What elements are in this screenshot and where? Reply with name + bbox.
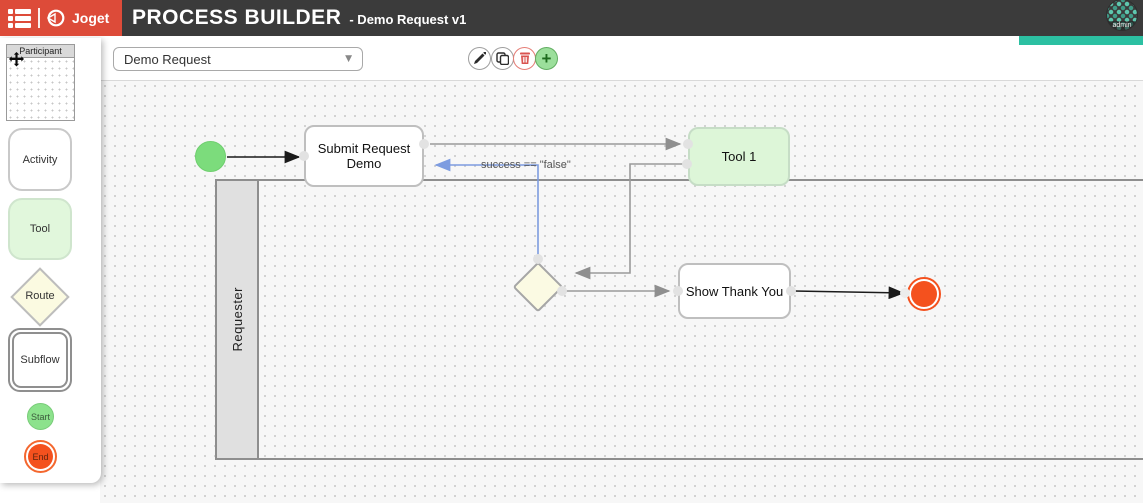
palette-participant[interactable]: Participant [6, 44, 75, 121]
palette-subflow-label: Subflow [12, 332, 68, 388]
connector-dot [786, 286, 796, 296]
palette-activity-label: Activity [23, 154, 58, 166]
edit-process-button[interactable] [468, 47, 491, 70]
connector-dot [299, 151, 309, 161]
process-select-value: Demo Request [124, 52, 211, 67]
page-title-sub: - Demo Request v1 [349, 12, 466, 27]
design-canvas[interactable]: Requester [100, 81, 1143, 503]
user-avatar[interactable]: admin [1106, 0, 1138, 31]
brand-name[interactable]: Joget [72, 10, 109, 26]
swimlane-requester[interactable]: Requester [215, 179, 1143, 460]
tool-node-tool1[interactable]: Tool 1 [688, 127, 790, 186]
node-label: Tool 1 [722, 149, 757, 164]
copy-process-button[interactable] [491, 47, 514, 70]
activity-node-submit-request-demo[interactable]: Submit Request Demo [304, 125, 424, 187]
move-cursor-icon [9, 52, 24, 67]
chevron-down-icon: ▼ [345, 54, 352, 64]
palette-route[interactable]: Route [0, 264, 80, 330]
connector-dot [682, 159, 692, 169]
pencil-icon [473, 52, 486, 65]
palette-participant-body [7, 58, 74, 120]
user-avatar-label: admin [1107, 21, 1137, 30]
shape-palette: Participant Activity Tool Route Subflow … [0, 38, 101, 483]
brand-block: Joget [0, 0, 122, 36]
copy-icon [496, 52, 509, 65]
connector-dot [419, 139, 429, 149]
palette-tool-label: Tool [30, 223, 50, 235]
end-node[interactable] [907, 277, 941, 311]
palette-start[interactable]: Start [27, 403, 54, 430]
transition-condition-label[interactable]: success == "false" [481, 159, 571, 171]
top-header: Joget PROCESS BUILDER - Demo Request v1 … [0, 0, 1143, 36]
add-process-button[interactable]: + [535, 47, 558, 70]
delete-process-button[interactable] [513, 47, 536, 70]
plus-icon: + [542, 50, 552, 67]
activity-node-show-thank-you[interactable]: Show Thank You [678, 263, 791, 319]
palette-start-label: Start [31, 412, 50, 422]
palette-end-label: End [28, 444, 53, 469]
connector-dot [533, 254, 543, 264]
process-select-dropdown[interactable]: Demo Request ▼ [113, 47, 363, 71]
palette-tool[interactable]: Tool [8, 198, 72, 260]
hamburger-menu-icon[interactable] [8, 9, 31, 28]
end-node-core [911, 281, 937, 307]
page-title-main: PROCESS BUILDER [132, 0, 341, 36]
swimlane-label: Requester [230, 287, 245, 351]
swimlane-header[interactable]: Requester [217, 181, 259, 458]
joget-logo-icon [47, 9, 65, 27]
page-title: PROCESS BUILDER - Demo Request v1 [132, 0, 466, 36]
node-label: Submit Request Demo [310, 141, 418, 171]
start-node[interactable] [195, 141, 226, 172]
palette-subflow[interactable]: Subflow [8, 328, 72, 392]
connector-dot [557, 286, 567, 296]
connector-dot [683, 139, 693, 149]
palette-activity[interactable]: Activity [8, 128, 72, 191]
trash-icon [519, 52, 531, 65]
brand-separator [38, 8, 40, 28]
palette-route-label: Route [0, 290, 80, 302]
connector-dot [673, 286, 683, 296]
connector-dot [900, 288, 910, 298]
process-builder-app: Requester success == "false" Submit Requ… [0, 0, 1143, 503]
node-label: Show Thank You [686, 284, 783, 299]
palette-end[interactable]: End [24, 440, 57, 473]
